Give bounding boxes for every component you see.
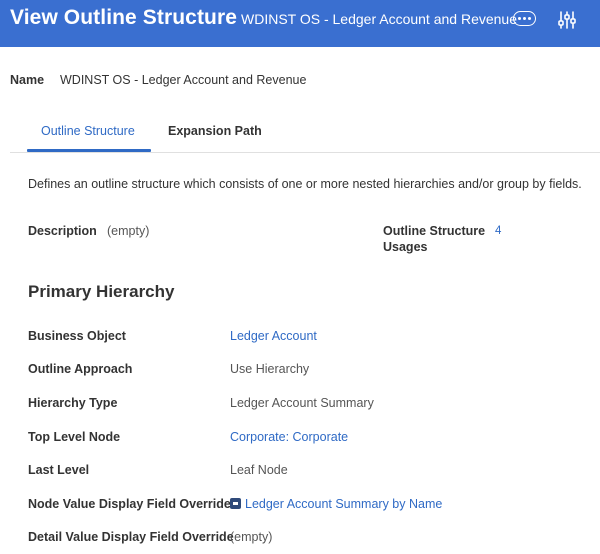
- detail-value-display-override-value: (empty): [230, 530, 273, 544]
- report-field-icon: [230, 498, 241, 509]
- page-title: View Outline Structure: [10, 6, 238, 29]
- node-value-display-override-label: Node Value Display Field Override: [28, 497, 231, 511]
- top-level-node-link[interactable]: Corporate: Corporate: [230, 430, 348, 444]
- description-value: (empty): [107, 224, 150, 238]
- last-level-value: Leaf Node: [230, 463, 288, 477]
- dot: [518, 17, 521, 20]
- name-value: WDINST OS - Ledger Account and Revenue: [60, 73, 307, 87]
- tab-bar: Outline Structure Expansion Path: [10, 112, 600, 153]
- dot: [523, 17, 526, 20]
- active-tab-indicator: [27, 149, 151, 152]
- top-level-node-label: Top Level Node: [28, 430, 121, 444]
- business-object-link[interactable]: Ledger Account: [230, 329, 317, 343]
- name-label: Name: [10, 73, 45, 87]
- outline-approach-label: Outline Approach: [28, 362, 133, 376]
- page-header: View Outline Structure WDINST OS - Ledge…: [0, 0, 600, 47]
- hierarchy-type-value: Ledger Account Summary: [230, 396, 374, 410]
- related-actions-icon[interactable]: [558, 11, 576, 29]
- primary-hierarchy-title: Primary Hierarchy: [28, 282, 175, 301]
- usages-label-line2: Usages: [383, 240, 428, 254]
- node-value-display-override-value[interactable]: Ledger Account Summary by Name: [230, 497, 442, 511]
- last-level-label: Last Level: [28, 463, 90, 477]
- detail-value-display-override-label: Detail Value Display Field Override: [28, 530, 234, 544]
- outline-approach-value: Use Hierarchy: [230, 362, 310, 376]
- business-object-label: Business Object: [28, 329, 126, 343]
- description-label: Description: [28, 224, 97, 238]
- hierarchy-type-label: Hierarchy Type: [28, 396, 118, 410]
- outline-structure-definition: Defines an outline structure which consi…: [28, 177, 582, 191]
- usages-count-link[interactable]: 4: [495, 225, 501, 237]
- dot: [528, 17, 531, 20]
- more-options-icon[interactable]: [513, 11, 536, 26]
- header-subtitle: WDINST OS - Ledger Account and Revenue: [241, 11, 517, 27]
- tab-outline-structure[interactable]: Outline Structure: [41, 124, 135, 138]
- node-value-display-override-link[interactable]: Ledger Account Summary by Name: [245, 497, 442, 511]
- name-row: Name WDINST OS - Ledger Account and Reve…: [10, 73, 306, 87]
- usages-label-line1: Outline Structure: [383, 224, 486, 238]
- tab-expansion-path[interactable]: Expansion Path: [168, 124, 262, 138]
